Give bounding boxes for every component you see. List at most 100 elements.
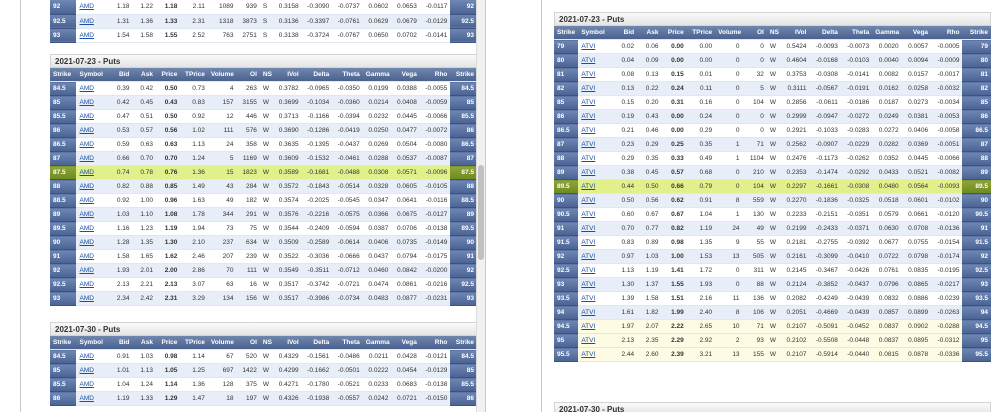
symbol-link[interactable]: AMD — [79, 32, 93, 39]
strike-cell-right[interactable]: 88.5 — [450, 193, 477, 208]
symbol-link-cell[interactable]: ATVI — [578, 53, 613, 68]
symbol-link[interactable]: ATVI — [581, 197, 595, 204]
strike-cell[interactable]: 84.5 — [50, 81, 77, 96]
left-scrollbar-thumb[interactable] — [478, 165, 484, 260]
strike-cell-right[interactable]: 92.5 — [962, 263, 991, 278]
strike-cell[interactable]: 81 — [554, 67, 579, 82]
symbol-link[interactable]: AMD — [79, 99, 93, 106]
symbol-link[interactable]: AMD — [79, 18, 93, 25]
strike-cell[interactable]: 92.5 — [50, 277, 77, 292]
symbol-link-cell[interactable]: AMD — [76, 81, 110, 96]
strike-cell-right[interactable]: 84.5 — [450, 349, 477, 364]
strike-cell[interactable]: 86.5 — [554, 123, 579, 138]
symbol-link-cell[interactable]: AMD — [76, 123, 110, 138]
strike-cell-right[interactable]: 82 — [962, 81, 991, 96]
symbol-link-cell[interactable]: AMD — [76, 221, 110, 236]
symbol-link[interactable]: ATVI — [581, 155, 595, 162]
strike-cell-right[interactable]: 84.5 — [450, 81, 477, 96]
symbol-link[interactable]: ATVI — [581, 281, 595, 288]
symbol-link-cell[interactable]: ATVI — [578, 263, 613, 278]
symbol-link[interactable]: AMD — [79, 183, 93, 190]
symbol-link-cell[interactable]: AMD — [76, 109, 110, 124]
strike-cell[interactable]: 94.5 — [554, 319, 579, 334]
strike-cell-right[interactable]: 93 — [450, 28, 477, 43]
strike-cell-right[interactable]: 86.5 — [962, 123, 991, 138]
symbol-link[interactable]: ATVI — [581, 71, 595, 78]
symbol-link[interactable]: ATVI — [581, 113, 595, 120]
symbol-link-cell[interactable]: AMD — [76, 207, 110, 222]
symbol-link-cell[interactable]: ATVI — [578, 95, 613, 110]
symbol-link[interactable]: ATVI — [581, 225, 595, 232]
symbol-link-cell[interactable]: AMD — [76, 165, 110, 180]
strike-cell-right[interactable]: 85 — [450, 363, 477, 378]
strike-cell-right[interactable]: 90.5 — [962, 207, 991, 222]
symbol-link-cell[interactable]: ATVI — [578, 319, 613, 334]
symbol-link[interactable]: AMD — [79, 211, 93, 218]
symbol-link-cell[interactable]: ATVI — [578, 347, 613, 362]
symbol-link[interactable]: AMD — [79, 113, 93, 120]
strike-cell-right[interactable]: 87.5 — [450, 165, 477, 180]
symbol-link[interactable]: AMD — [79, 267, 93, 274]
symbol-link-cell[interactable]: AMD — [76, 363, 110, 378]
symbol-link[interactable]: AMD — [79, 85, 93, 92]
symbol-link-cell[interactable]: AMD — [76, 179, 110, 194]
left-scrollbar[interactable] — [476, 0, 485, 412]
strike-cell[interactable]: 86.5 — [50, 137, 77, 152]
strike-cell[interactable]: 85 — [50, 363, 77, 378]
symbol-link[interactable]: AMD — [79, 155, 93, 162]
strike-cell-right[interactable]: 95 — [962, 333, 991, 348]
symbol-link-cell[interactable]: AMD — [76, 0, 110, 15]
symbol-link[interactable]: AMD — [79, 381, 93, 388]
symbol-link-cell[interactable]: ATVI — [578, 179, 613, 194]
symbol-link-cell[interactable]: AMD — [76, 291, 110, 306]
strike-cell-right[interactable]: 87 — [450, 151, 477, 166]
strike-cell-right[interactable]: 94.5 — [962, 319, 991, 334]
symbol-link-cell[interactable]: ATVI — [578, 193, 613, 208]
strike-cell-right[interactable]: 94 — [962, 305, 991, 320]
symbol-link[interactable]: ATVI — [581, 253, 595, 260]
strike-cell-right[interactable]: 81 — [962, 67, 991, 82]
symbol-link-cell[interactable]: AMD — [76, 377, 110, 392]
strike-cell[interactable]: 89.5 — [50, 221, 77, 236]
strike-cell[interactable]: 92.5 — [50, 14, 77, 29]
symbol-link[interactable]: AMD — [79, 353, 93, 360]
symbol-link-cell[interactable]: AMD — [76, 95, 110, 110]
symbol-link[interactable]: AMD — [79, 253, 93, 260]
symbol-link[interactable]: AMD — [79, 197, 93, 204]
symbol-link[interactable]: ATVI — [581, 85, 595, 92]
symbol-link-cell[interactable]: AMD — [76, 277, 110, 292]
strike-cell[interactable]: 87.5 — [50, 165, 77, 180]
strike-cell[interactable]: 87 — [554, 137, 579, 152]
symbol-link-cell[interactable]: AMD — [76, 193, 110, 208]
strike-cell[interactable]: 87 — [50, 151, 77, 166]
strike-cell[interactable]: 88 — [554, 151, 579, 166]
strike-cell-right[interactable]: 86 — [962, 109, 991, 124]
symbol-link-cell[interactable]: AMD — [76, 14, 110, 29]
symbol-link[interactable]: AMD — [79, 281, 93, 288]
strike-cell-right[interactable]: 90 — [962, 193, 991, 208]
strike-cell[interactable]: 85.5 — [50, 377, 77, 392]
strike-cell[interactable]: 82 — [554, 81, 579, 96]
strike-cell[interactable]: 93 — [554, 277, 579, 292]
symbol-link-cell[interactable]: ATVI — [578, 81, 613, 96]
symbol-link[interactable]: ATVI — [581, 337, 595, 344]
symbol-link[interactable]: ATVI — [581, 239, 595, 246]
strike-cell[interactable]: 92.5 — [554, 263, 579, 278]
strike-cell-right[interactable]: 89.5 — [962, 179, 991, 194]
symbol-link-cell[interactable]: AMD — [76, 235, 110, 250]
symbol-link-cell[interactable]: ATVI — [578, 151, 613, 166]
strike-cell-right[interactable]: 95.5 — [962, 347, 991, 362]
strike-cell[interactable]: 92 — [50, 263, 77, 278]
strike-cell[interactable]: 89 — [554, 165, 579, 180]
strike-cell-right[interactable]: 85 — [450, 95, 477, 110]
symbol-link[interactable]: ATVI — [581, 295, 595, 302]
symbol-link[interactable]: ATVI — [581, 211, 595, 218]
symbol-link[interactable]: AMD — [79, 295, 93, 302]
strike-cell-right[interactable]: 92.5 — [450, 14, 477, 29]
symbol-link-cell[interactable]: ATVI — [578, 235, 613, 250]
strike-cell-right[interactable]: 80 — [962, 53, 991, 68]
strike-cell-right[interactable]: 88 — [450, 179, 477, 194]
strike-cell-right[interactable]: 91 — [450, 249, 477, 264]
strike-cell[interactable]: 84.5 — [50, 349, 77, 364]
strike-cell-right[interactable]: 92 — [450, 263, 477, 278]
